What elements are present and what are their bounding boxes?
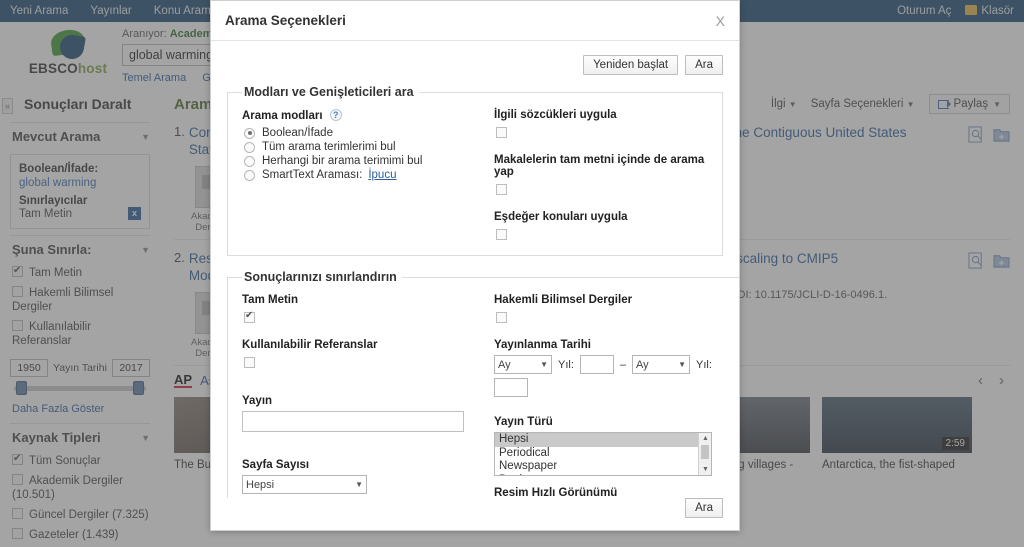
search-modes-label: Arama modları ? [242, 109, 490, 122]
date-range-dash: – [619, 358, 627, 371]
references-checkbox[interactable] [244, 357, 255, 368]
page-count-value: Hepsi [246, 478, 275, 491]
mode-option-find-any[interactable]: Herhangi bir arama terimimi bul [242, 154, 490, 168]
mode-option-boolean[interactable]: Boolean/İfade [242, 126, 490, 140]
month-from-select[interactable]: Ay ▼ [494, 355, 552, 374]
expander-label-related-words: İlgili sözcükleri uygula [494, 109, 617, 121]
chevron-down-icon: ▼ [540, 360, 548, 369]
reset-button[interactable]: Yeniden başlat [583, 55, 679, 75]
image-quick-view-label: Resim Hızlı Görünümü [494, 487, 618, 498]
month-to-select[interactable]: Ay ▼ [632, 355, 691, 374]
year-from-input[interactable] [579, 355, 614, 374]
publication-type-option[interactable]: Hepsi [495, 433, 711, 447]
limiters-right-column: Hakemli Bilimsel Dergiler Yayınlanma Tar… [490, 294, 730, 498]
radio-icon[interactable] [244, 141, 255, 153]
publication-type-option[interactable]: Newspaper [495, 460, 711, 474]
mode-option-smarttext[interactable]: SmartText Araması: İpucu [242, 168, 490, 182]
full-text-checkbox[interactable] [244, 310, 255, 323]
expander-checkbox-equivalent-subjects[interactable] [496, 229, 507, 240]
dialog-body: Yeniden başlat Ara Modları ve Genişletic… [211, 41, 739, 498]
publication-label: Yayın [242, 395, 273, 407]
publication-type-label: Yayın Türü [494, 416, 553, 428]
listbox-scrollbar[interactable]: ▲ ▼ [698, 433, 711, 475]
dialog-top-actions: Yeniden başlat Ara [227, 55, 723, 75]
search-modes-legend: Modları ve Genişleticileri ara [244, 85, 414, 99]
search-modes-column: Arama modları ? Boolean/İfade Tüm arama … [242, 109, 490, 243]
radio-icon[interactable] [244, 155, 255, 167]
help-icon[interactable]: ? [329, 109, 342, 121]
chevron-down-icon: ▼ [678, 360, 687, 369]
close-icon[interactable]: X [716, 13, 725, 29]
publication-type-option[interactable]: Periodical [495, 447, 711, 461]
expander-checkbox-full-text[interactable] [496, 184, 507, 195]
expander-label-equivalent-subjects: Eşdeğer konuları uygula [494, 211, 628, 223]
dialog-title: Arama Seçenekleri [225, 13, 346, 28]
limiters-group: Sonuçlarınızı sınırlandırın Tam Metin Ku… [227, 270, 739, 498]
search-button-top[interactable]: Ara [685, 55, 723, 75]
year-to-label: Yıl: [696, 358, 712, 371]
mode-option-find-all[interactable]: Tüm arama terimlerimi bul [242, 140, 490, 154]
references-label: Kullanılabilir Referanslar [242, 339, 378, 351]
chevron-down-icon: ▼ [355, 480, 363, 489]
expander-checkbox-related-words[interactable] [496, 127, 507, 138]
scrollbar-thumb[interactable] [701, 445, 709, 459]
year-from-label: Yıl: [558, 358, 574, 371]
limiters-left-column: Tam Metin Kullanılabilir Referanslar Yay… [242, 294, 490, 498]
limiters-legend: Sonuçlarınızı sınırlandırın [244, 270, 397, 284]
dialog-footer: Ara [211, 498, 739, 530]
search-button-bottom[interactable]: Ara [685, 498, 723, 518]
page-count-label: Sayfa Sayısı [242, 459, 310, 471]
page-count-select[interactable]: Hepsi ▼ [242, 475, 367, 494]
peer-reviewed-checkbox[interactable] [496, 312, 507, 323]
publication-input[interactable] [242, 411, 464, 432]
page-root: Yeni Arama Yayınlar Konu Arama Terimleri… [0, 0, 1024, 547]
search-options-dialog: Arama Seçenekleri X Yeniden başlat Ara M… [210, 0, 740, 531]
search-modes-group: Modları ve Genişleticileri ara Arama mod… [227, 85, 723, 256]
scroll-up-icon[interactable]: ▲ [699, 433, 711, 444]
publication-type-listbox[interactable]: Hepsi Periodical Newspaper Book Primary … [494, 432, 712, 476]
radio-icon[interactable] [244, 169, 255, 181]
expanders-column: İlgili sözcükleri uygula Makalelerin tam… [490, 109, 708, 243]
scroll-down-icon[interactable]: ▼ [699, 464, 711, 475]
publication-date-row: Ay ▼ Yıl: – Ay ▼ Yıl: [494, 355, 730, 374]
smarttext-hint-link[interactable]: İpucu [368, 169, 396, 181]
full-text-label: Tam Metin [242, 294, 299, 306]
radio-icon[interactable] [244, 127, 255, 139]
year-to-input[interactable] [494, 378, 528, 397]
peer-reviewed-label: Hakemli Bilimsel Dergiler [494, 294, 633, 306]
publication-date-label: Yayınlanma Tarihi [494, 339, 591, 351]
publication-type-option[interactable]: Book [495, 474, 711, 476]
expander-label-full-text: Makalelerin tam metni içinde de arama ya… [494, 154, 705, 178]
dialog-header: Arama Seçenekleri X [211, 1, 739, 41]
